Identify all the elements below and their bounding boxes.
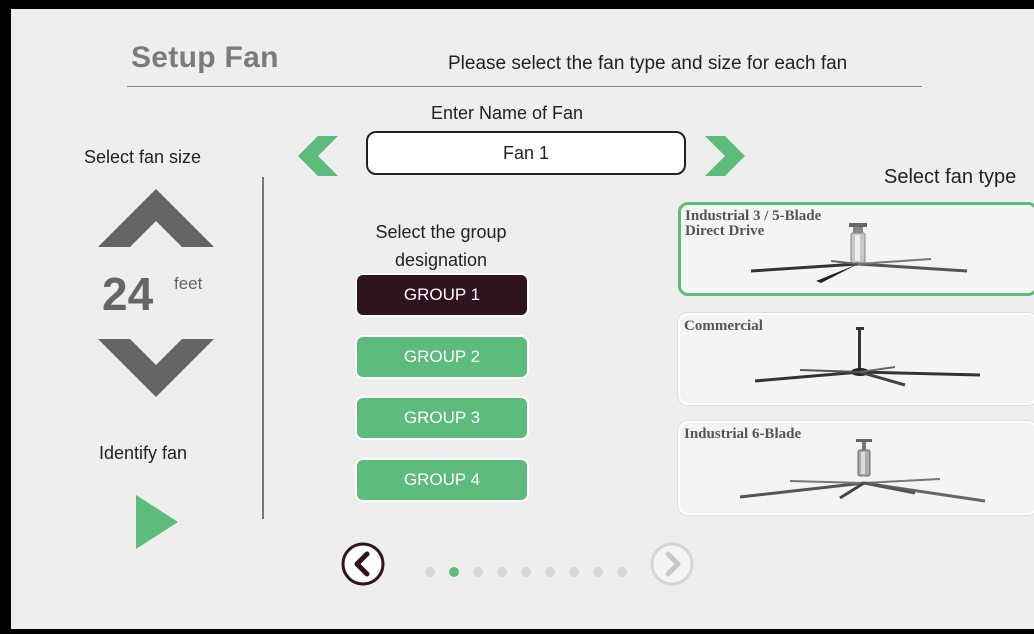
page-title: Setup Fan	[131, 41, 279, 74]
title-divider	[127, 86, 922, 87]
identify-fan-label: Identify fan	[99, 443, 188, 463]
group-designation-label: Select the group designation	[375, 222, 507, 270]
fan-type-label: Select fan type	[884, 166, 1017, 188]
page-dot[interactable]	[521, 567, 531, 577]
group-1-button[interactable]: GROUP 1	[357, 275, 527, 315]
fan-type-name-line1: Industrial 3 / 5-Blade	[685, 208, 822, 224]
circle-chevron-left-icon[interactable]	[341, 542, 385, 586]
fan-name-label: Enter Name of Fan	[431, 103, 584, 123]
fan-size-unit: feet	[174, 274, 203, 293]
group-4-button[interactable]: GROUP 4	[357, 460, 527, 500]
page-subtitle: Please select the fan type and size for …	[448, 53, 848, 74]
group-3-button[interactable]: GROUP 3	[357, 398, 527, 438]
fan-type-name: Industrial 3 / 5-Blade Direct Drive	[685, 209, 821, 239]
circle-chevron-right-icon[interactable]	[650, 542, 694, 586]
chevron-up-icon[interactable]	[98, 189, 214, 247]
play-icon[interactable]	[136, 495, 178, 549]
page-dot[interactable]	[473, 567, 483, 577]
page-dot[interactable]	[593, 567, 603, 577]
fan-type-name: Industrial 6-Blade	[684, 426, 802, 442]
vertical-divider	[262, 177, 264, 519]
fan-size-value: 24	[102, 268, 154, 320]
chevron-right-icon[interactable]	[701, 132, 749, 180]
fan-type-name-line2: Direct Drive	[685, 223, 765, 239]
fan-type-industrial-6-blade[interactable]: Industrial 6-Blade	[678, 421, 1034, 515]
fan-name-input[interactable]: Fan 1	[366, 131, 686, 175]
chevron-down-icon[interactable]	[98, 339, 214, 397]
page-dot-active[interactable]	[449, 567, 459, 577]
chevron-left-icon[interactable]	[294, 132, 342, 180]
page-dot[interactable]	[569, 567, 579, 577]
fan-type-industrial-3-5-blade[interactable]: Industrial 3 / 5-Blade Direct Drive	[678, 202, 1034, 296]
page-dot[interactable]	[497, 567, 507, 577]
fan-size-label: Select fan size	[84, 147, 202, 167]
page-dot[interactable]	[617, 567, 627, 577]
page-dot[interactable]	[545, 567, 555, 577]
group-2-button[interactable]: GROUP 2	[357, 337, 527, 377]
fan-type-commercial[interactable]: Commercial	[678, 313, 1034, 405]
setup-fan-screen: Setup Fan Please select the fan type and…	[11, 9, 1034, 629]
page-dot[interactable]	[425, 567, 435, 577]
fan-type-name: Commercial	[684, 318, 763, 334]
